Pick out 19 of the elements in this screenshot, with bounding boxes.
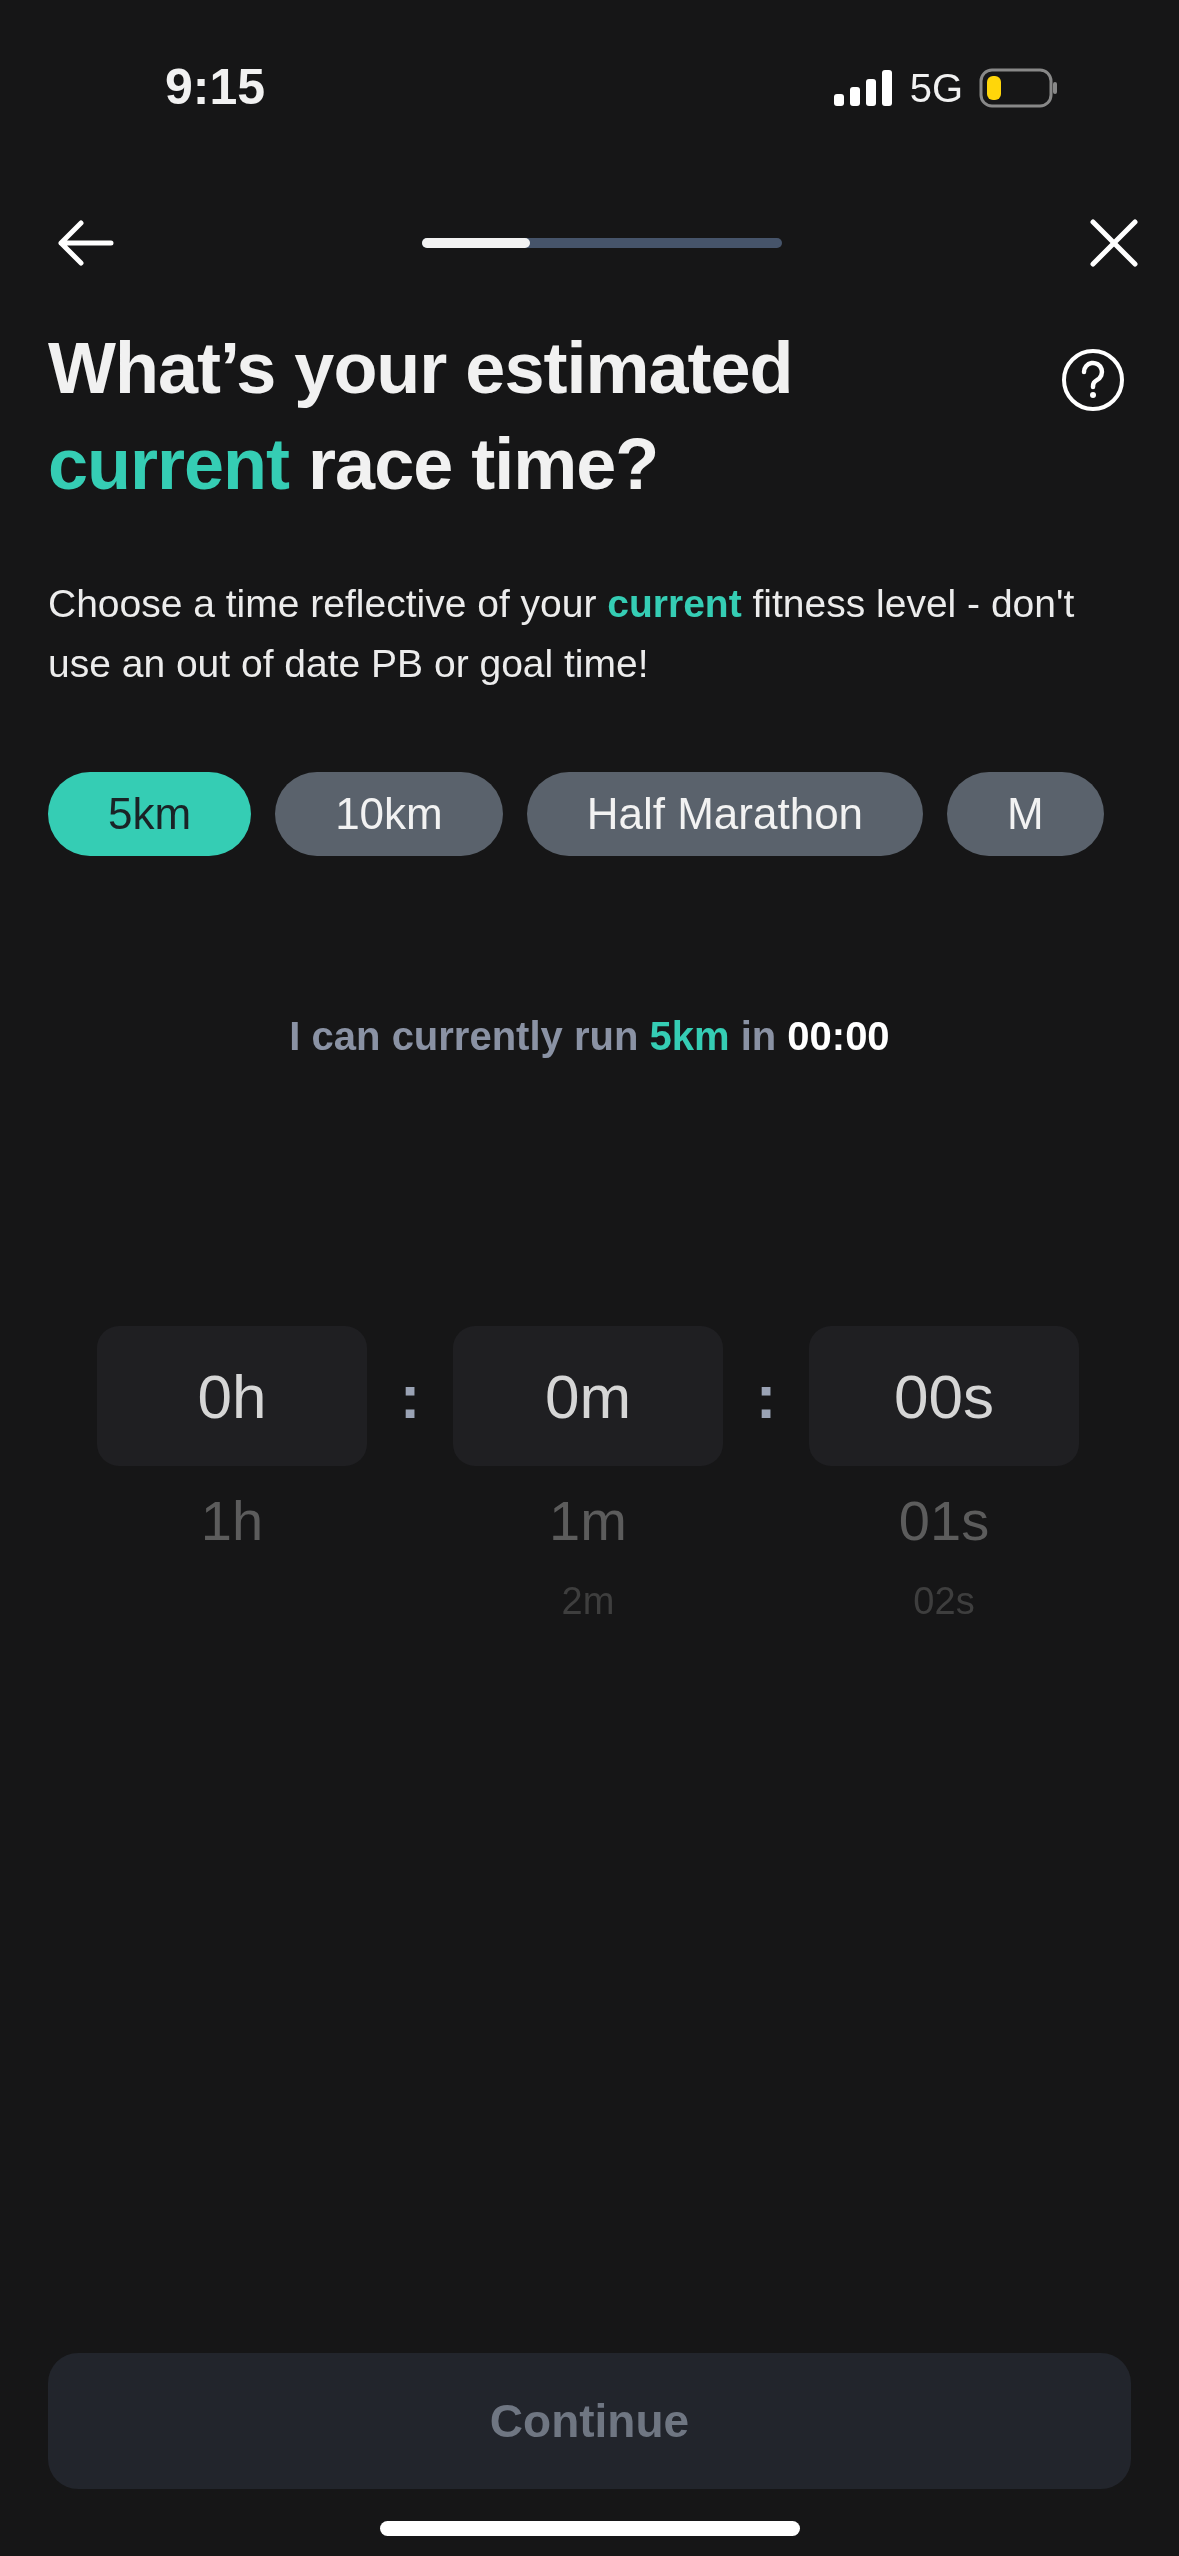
back-arrow-icon[interactable] [55, 218, 115, 267]
distance-tab[interactable]: 5km [48, 772, 252, 856]
picker-option[interactable]: 00s [809, 1326, 1079, 1466]
network-label: 5G [909, 64, 963, 112]
page-title: What’s your estimated current race time? [48, 327, 794, 506]
summary-text: I can currently run 5km in 00:00 [288, 1013, 891, 1060]
distance-tab[interactable]: Half Marathon [526, 772, 924, 856]
help-icon[interactable] [1061, 348, 1125, 412]
time-separator: : [398, 1360, 422, 1433]
instruction-text: Choose a time reflective of your current fitness level - don't use an out of date PB or goal time! [47, 581, 1076, 687]
status-time: 9:15 [165, 58, 266, 117]
picker-option[interactable]: 0m [453, 1326, 723, 1466]
distance-tab[interactable]: M [947, 772, 1104, 856]
picker-option[interactable]: 0h [97, 1326, 367, 1466]
battery-icon [979, 67, 1059, 108]
distance-tab[interactable]: 10km [275, 772, 503, 856]
signal-icon [833, 69, 894, 106]
close-icon[interactable] [1089, 217, 1139, 268]
time-separator: : [754, 1360, 778, 1433]
